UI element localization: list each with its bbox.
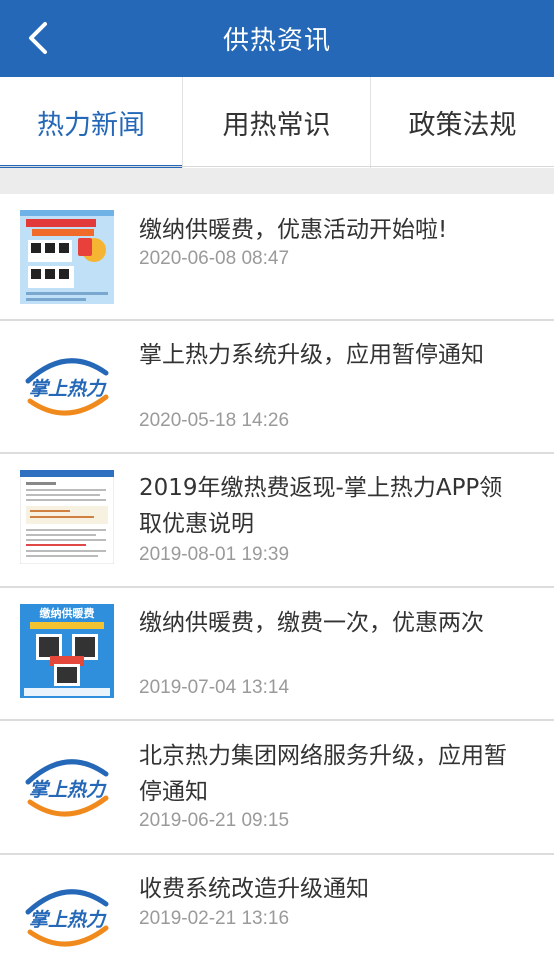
logo-text: 掌上热力 bbox=[29, 378, 107, 400]
section-gap bbox=[0, 168, 554, 194]
news-title: 缴纳供暖费，缴费一次，优惠两次 bbox=[139, 610, 484, 636]
news-title: 2019年缴热费返现-掌上热力APP领取优惠说明 bbox=[139, 475, 503, 537]
zhangshangreli-logo: 掌上热力 bbox=[20, 870, 114, 964]
news-date: 2020-06-08 08:47 bbox=[139, 248, 290, 269]
news-date: 2019-06-21 09:15 bbox=[139, 810, 290, 831]
news-title: 收费系统改造升级通知 bbox=[139, 876, 369, 902]
news-item[interactable]: 缴纳供暖费 缴纳供暖费，缴费一次，优惠两次 2019-07-04 13:14 bbox=[0, 588, 554, 721]
category-tabs: 热力新闻 用热常识 政策法规 bbox=[0, 77, 554, 168]
tabs-divider bbox=[0, 166, 554, 167]
news-title: 北京热力集团网络服务升级，应用暂停通知 bbox=[139, 743, 507, 805]
news-item[interactable]: 掌上热力 掌上热力系统升级，应用暂停通知 2020-05-18 14:26 bbox=[0, 321, 554, 454]
document-screenshot-image bbox=[20, 470, 114, 564]
news-date: 2019-02-21 13:16 bbox=[139, 908, 290, 929]
promo-poster-image bbox=[20, 210, 114, 304]
news-item[interactable]: 掌上热力 收费系统改造升级通知 2019-02-21 13:16 bbox=[0, 855, 554, 965]
news-list: 缴纳供暖费，优惠活动开始啦! 2020-06-08 08:47 掌上热力 掌上热… bbox=[0, 194, 554, 965]
news-date: 2019-07-04 13:14 bbox=[139, 677, 290, 698]
news-item[interactable]: 2019年缴热费返现-掌上热力APP领取优惠说明 2019-08-01 19:3… bbox=[0, 454, 554, 588]
zhangshangreli-logo: 掌上热力 bbox=[20, 339, 114, 433]
app-header: 供热资讯 bbox=[0, 0, 554, 77]
logo-text: 掌上热力 bbox=[29, 779, 107, 801]
tab-heating-knowledge[interactable]: 用热常识 bbox=[182, 77, 370, 168]
news-title: 掌上热力系统升级，应用暂停通知 bbox=[139, 342, 484, 368]
zhangshangreli-logo: 掌上热力 bbox=[20, 740, 114, 834]
news-item[interactable]: 掌上热力 北京热力集团网络服务升级，应用暂停通知 2019-06-21 09:1… bbox=[0, 721, 554, 855]
chevron-left-icon bbox=[29, 22, 47, 54]
tab-heat-news[interactable]: 热力新闻 bbox=[0, 77, 182, 168]
logo-text: 掌上热力 bbox=[29, 909, 107, 931]
page-title: 供热资讯 bbox=[222, 26, 331, 56]
news-item[interactable]: 缴纳供暖费，优惠活动开始啦! 2020-06-08 08:47 bbox=[0, 194, 554, 321]
news-title: 缴纳供暖费，优惠活动开始啦! bbox=[139, 217, 448, 243]
news-date: 2019-08-01 19:39 bbox=[139, 544, 290, 565]
payment-poster-image: 缴纳供暖费 bbox=[20, 604, 114, 698]
poster-text: 缴纳供暖费 bbox=[40, 606, 95, 620]
back-button[interactable] bbox=[14, 14, 62, 62]
tab-policy-regulations[interactable]: 政策法规 bbox=[370, 77, 554, 168]
news-date: 2020-05-18 14:26 bbox=[139, 410, 290, 431]
